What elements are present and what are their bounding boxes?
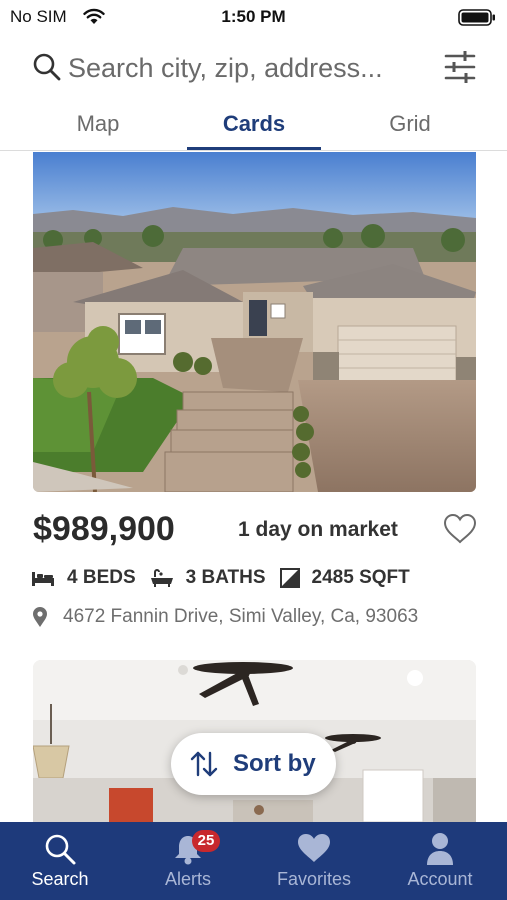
battery-icon [458,9,495,26]
beds-label: 4 BEDS [67,567,136,588]
status-bar: No SIM 1:50 PM [0,0,507,34]
nav-alerts-label: Alerts [164,869,211,889]
sort-arrows-icon [190,751,218,777]
bathtub-icon [150,569,173,587]
nav-search[interactable]: Search [10,822,110,900]
filter-sliders-icon[interactable] [444,49,476,85]
search-input[interactable] [68,51,428,85]
listing-address: 4672 Fannin Drive, Simi Valley, Ca, 9306… [63,606,419,627]
view-tabs: Map Cards Grid [0,100,507,151]
nav-alerts[interactable]: 25 Alerts [138,822,238,900]
favorite-heart-icon[interactable] [443,513,477,545]
days-on-market: 1 day on market [238,518,398,541]
nav-favorites-label: Favorites [276,869,352,889]
search-icon [45,834,76,865]
search-bar [0,42,507,94]
tab-cards[interactable]: Cards [187,100,321,150]
sort-by-button[interactable]: Sort by [171,733,336,795]
clock: 1:50 PM [221,7,286,26]
search-icon [33,53,61,81]
listing-photo[interactable] [33,152,476,492]
alerts-badge: 25 [192,830,220,852]
area-icon [279,568,300,588]
baths-fact: 3 BATHS [150,567,266,589]
sqft-label: 2485 SQFT [311,567,410,588]
beds-fact: 4 BEDS [31,567,136,589]
tab-grid[interactable]: Grid [340,100,480,150]
bed-icon [32,572,54,586]
bottom-nav: Search 25 Alerts Favorites Account [0,822,507,900]
baths-label: 3 BATHS [185,567,266,588]
nav-account[interactable]: Account [390,822,490,900]
listing-facts: 4 BEDS 3 BATHS 2485 SQFT [31,565,424,591]
person-icon [427,833,453,865]
heart-icon [298,834,330,862]
nav-search-label: Search [31,869,89,889]
listing-price: $989,900 [33,510,175,548]
house-exterior-image [33,152,476,492]
sort-by-label: Sort by [233,750,316,777]
nav-favorites[interactable]: Favorites [264,822,364,900]
sqft-fact: 2485 SQFT [279,567,410,589]
tab-map[interactable]: Map [28,100,168,150]
location-pin-icon [33,607,47,627]
nav-account-label: Account [407,869,473,889]
listing-address-row: 4672 Fannin Drive, Simi Valley, Ca, 9306… [31,604,418,630]
